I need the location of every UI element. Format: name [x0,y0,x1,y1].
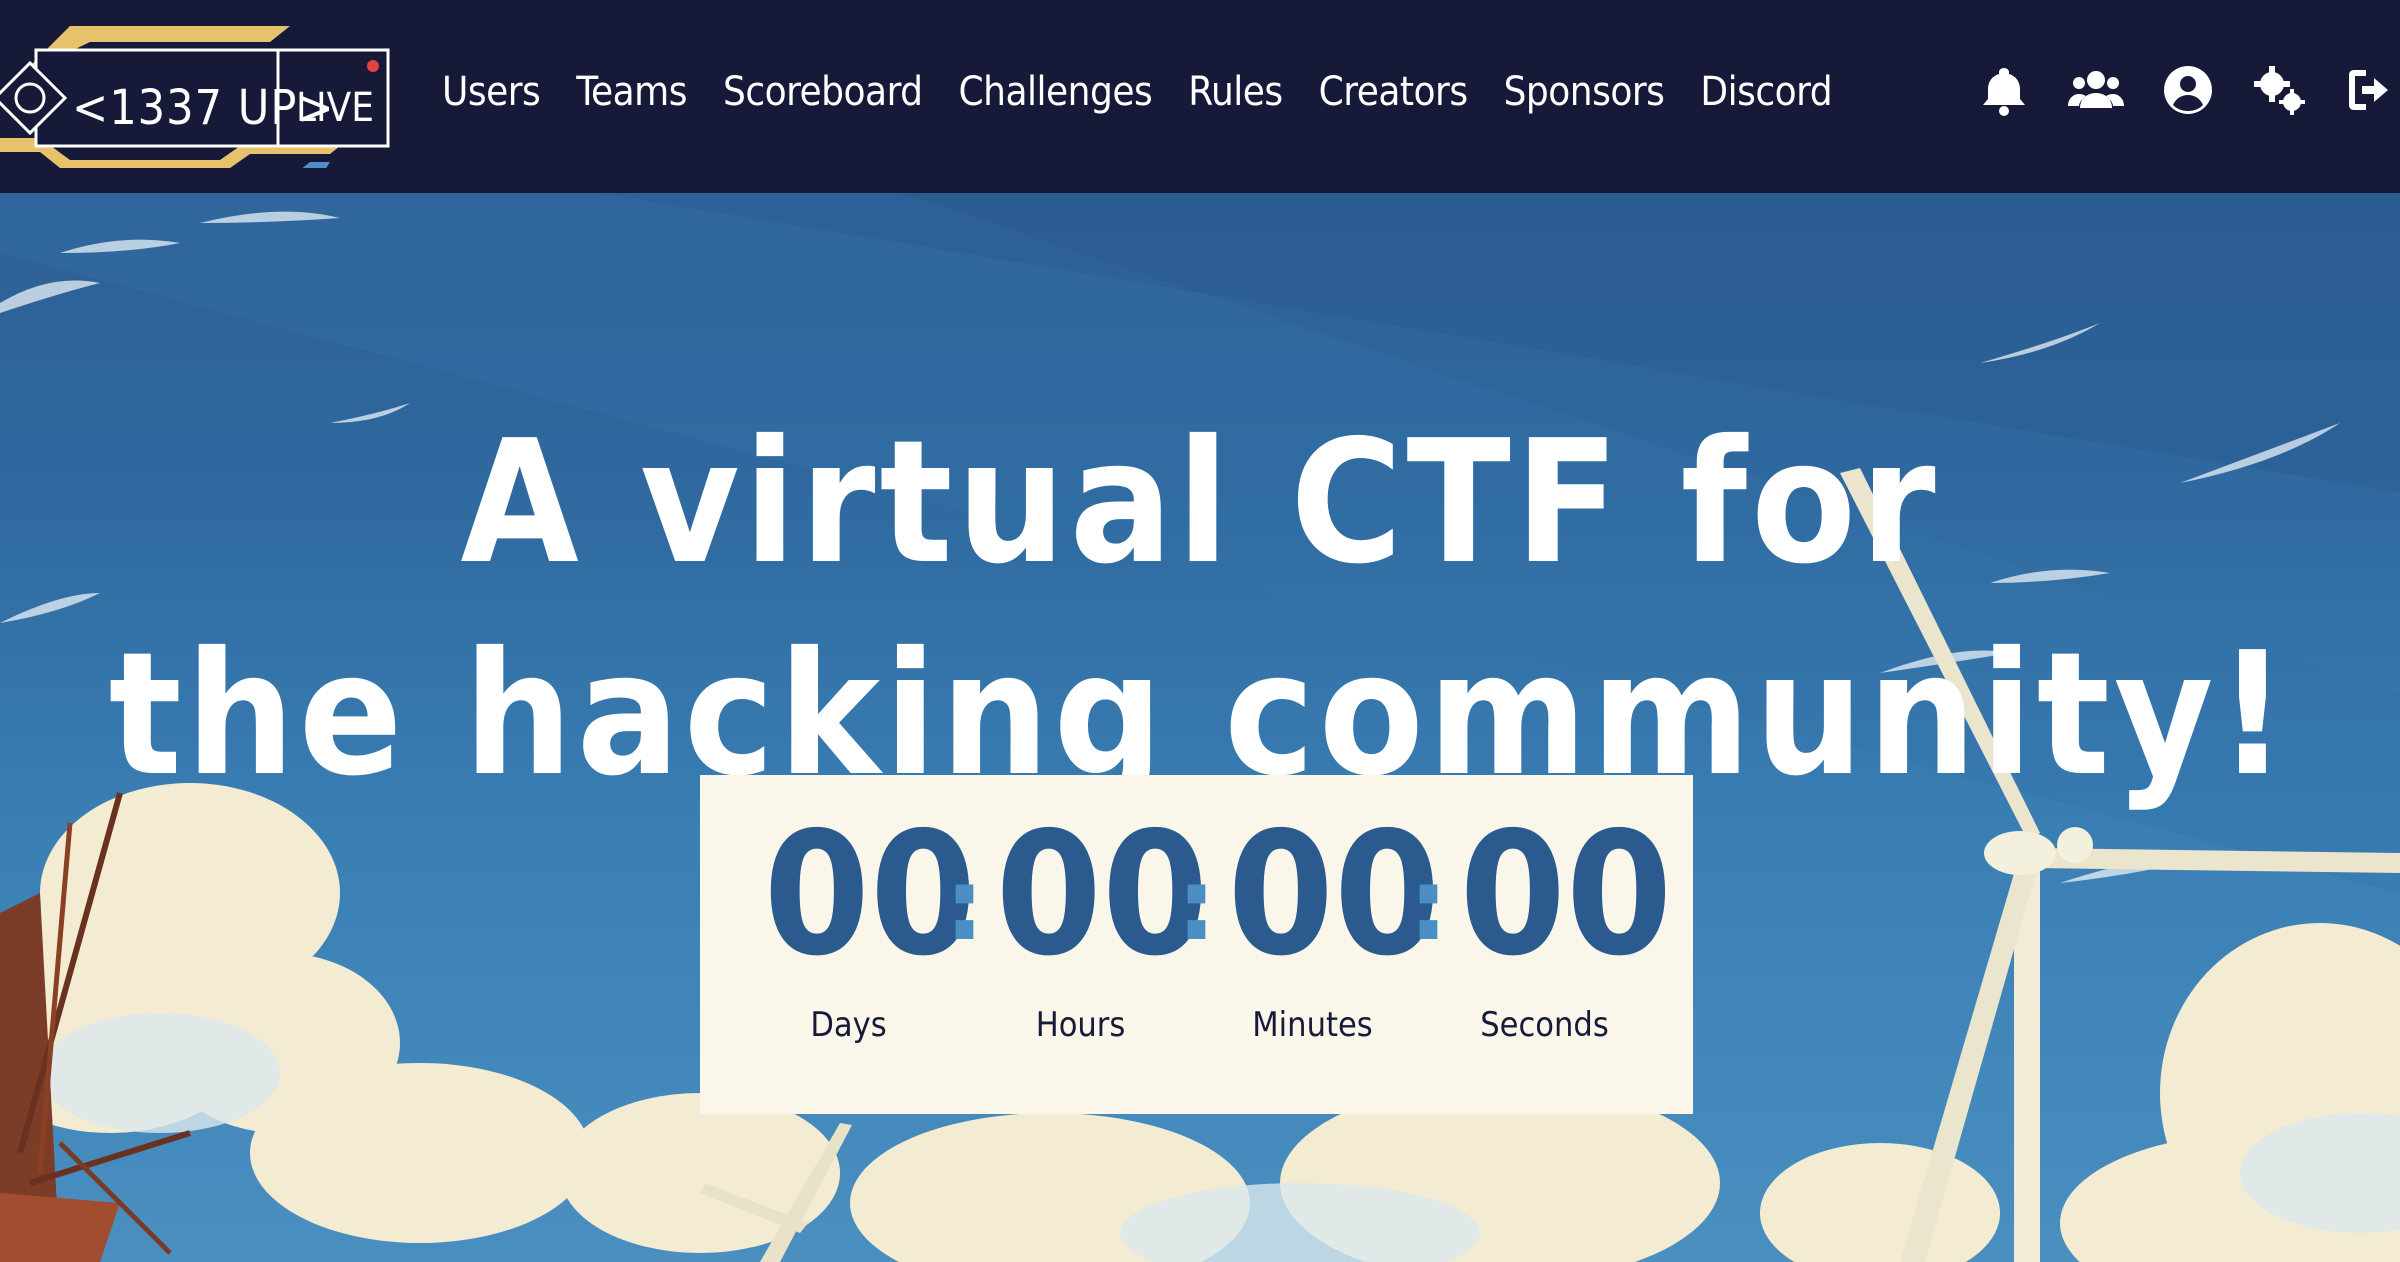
nav-scoreboard[interactable]: Scoreboard [723,69,923,115]
hero-section: A virtual CTF for the hacking community!… [0,193,2400,1262]
hero-title: A virtual CTF for the hacking community! [0,397,2400,821]
settings-icon[interactable] [2252,62,2308,118]
bell-icon[interactable] [1976,62,2032,118]
logout-icon[interactable] [2344,62,2400,118]
nav-users[interactable]: Users [442,69,541,115]
countdown-labels: Days Hours Minutes Seconds [700,1005,1693,1065]
nav-sponsors[interactable]: Sponsors [1504,69,1665,115]
countdown-days-label: Days [810,1005,887,1045]
countdown-separator: : [1408,846,1449,963]
nav-links: Users Teams Scoreboard Challenges Rules … [442,55,1833,129]
countdown-hours-value: 00 [995,796,1209,994]
countdown-hours-label: Hours [1035,1005,1126,1045]
countdown-days-value: 00 [763,796,977,994]
nav-teams[interactable]: Teams [576,69,687,115]
countdown-seconds-label: Seconds [1480,1005,1609,1045]
countdown-timer: 00 : 00 : 00 : 00 Days Hours Minutes Sec… [700,775,1693,1114]
hero-title-line1: A virtual CTF for [460,403,1940,602]
nav-rules[interactable]: Rules [1188,69,1283,115]
nav-discord[interactable]: Discord [1700,69,1832,115]
countdown-seconds-value: 00 [1459,796,1673,994]
countdown-minutes-value: 00 [1227,796,1441,994]
logo-live-label: LIVE [296,85,374,131]
countdown-minutes-label: Minutes [1252,1005,1373,1045]
nav-creators[interactable]: Creators [1319,69,1468,115]
site-logo[interactable]: <1337 UP> LIVE [0,18,400,168]
countdown-separator: : [1176,846,1217,963]
countdown-digits: 00 : 00 : 00 : 00 [700,805,1693,985]
user-circle-icon[interactable] [2160,62,2216,118]
users-icon[interactable] [2068,62,2124,118]
nav-challenges[interactable]: Challenges [959,69,1153,115]
top-navbar: <1337 UP> LIVE Users Teams Scoreboard Ch… [0,0,2400,193]
nav-icons [1976,58,2400,122]
countdown-separator: : [944,846,985,963]
